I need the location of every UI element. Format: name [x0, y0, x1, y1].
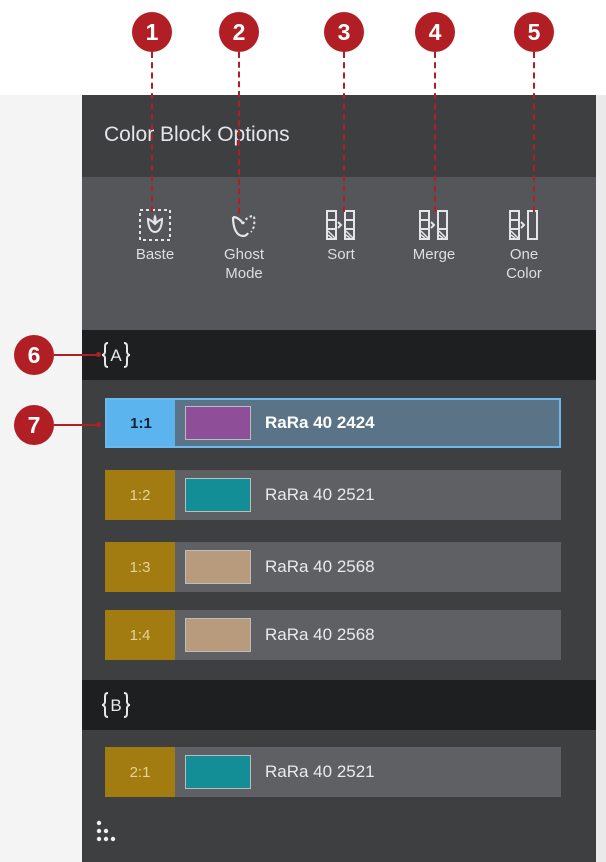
one-color-label-line1: One — [509, 246, 539, 263]
color-row-1-2[interactable]: 1:2 RaRa 40 2521 — [105, 470, 561, 520]
sort-icon — [326, 210, 355, 240]
leader-line-3 — [343, 52, 345, 212]
baste-label: Baste — [135, 246, 175, 263]
panel-title: Color Block Options — [104, 123, 290, 146]
ghost-mode-icon — [231, 214, 256, 238]
dots-menu-icon[interactable] — [94, 818, 124, 848]
baste-button[interactable]: Baste — [110, 207, 200, 307]
background-right — [596, 95, 606, 862]
thread-name: RaRa 40 2568 — [265, 557, 375, 576]
merge-icon — [419, 210, 448, 240]
merge-button[interactable]: Merge — [389, 207, 479, 307]
callout-5: 5 — [514, 12, 554, 52]
ghost-mode-label-line2: Mode — [225, 265, 263, 282]
leader-line-1 — [151, 52, 153, 212]
row-number: 2:1 — [105, 747, 175, 797]
leader-line-7 — [54, 424, 98, 426]
group-b-icon: B — [101, 692, 131, 718]
callout-1: 1 — [132, 12, 172, 52]
leader-line-2 — [238, 52, 240, 214]
ghost-mode-label-line1: Ghost — [223, 246, 265, 263]
callout-4: 4 — [415, 12, 455, 52]
thread-name: RaRa 40 2568 — [265, 625, 375, 644]
leader-end-6 — [96, 352, 101, 357]
sort-label: Sort — [327, 246, 355, 263]
group-a-icon: A — [101, 342, 131, 368]
leader-line-6 — [54, 354, 98, 356]
merge-label: Merge — [412, 246, 456, 263]
color-swatch — [185, 478, 251, 512]
baste-icon — [139, 209, 171, 241]
row-number: 1:2 — [105, 470, 175, 520]
callout-6: 6 — [14, 335, 54, 375]
color-row-2-1[interactable]: 2:1 RaRa 40 2521 — [105, 747, 561, 797]
row-number: 1:1 — [107, 400, 175, 446]
color-block-options-panel: Color Block Options Baste Ghost Mode Sor… — [82, 95, 596, 862]
group-header-b[interactable]: B — [82, 680, 596, 730]
color-row-1-4[interactable]: 1:4 RaRa 40 2568 — [105, 610, 561, 660]
one-color-label-line2: Color — [506, 265, 542, 282]
group-a-letter: A — [110, 346, 122, 365]
leader-line-4 — [434, 52, 436, 212]
group-header-a[interactable]: A — [82, 330, 596, 380]
row-number: 1:4 — [105, 610, 175, 660]
leader-line-5 — [533, 52, 535, 212]
background-left — [0, 95, 82, 862]
one-color-button[interactable]: One Color — [479, 207, 569, 307]
color-swatch — [185, 755, 251, 789]
ghost-mode-button[interactable]: Ghost Mode — [199, 207, 289, 307]
color-swatch — [185, 406, 251, 440]
callout-7: 7 — [14, 405, 54, 445]
color-swatch — [185, 550, 251, 584]
thread-name: RaRa 40 2424 — [265, 413, 375, 432]
sort-button[interactable]: Sort — [296, 207, 386, 307]
callout-3: 3 — [324, 12, 364, 52]
leader-end-7 — [96, 422, 101, 427]
group-b-letter: B — [110, 696, 121, 715]
row-number: 1:3 — [105, 542, 175, 592]
color-row-1-1[interactable]: 1:1 RaRa 40 2424 — [105, 398, 561, 448]
color-row-1-3[interactable]: 1:3 RaRa 40 2568 — [105, 542, 561, 592]
thread-name: RaRa 40 2521 — [265, 485, 375, 504]
color-swatch — [185, 618, 251, 652]
one-color-icon — [509, 210, 538, 240]
callout-2: 2 — [219, 12, 259, 52]
thread-name: RaRa 40 2521 — [265, 762, 375, 781]
